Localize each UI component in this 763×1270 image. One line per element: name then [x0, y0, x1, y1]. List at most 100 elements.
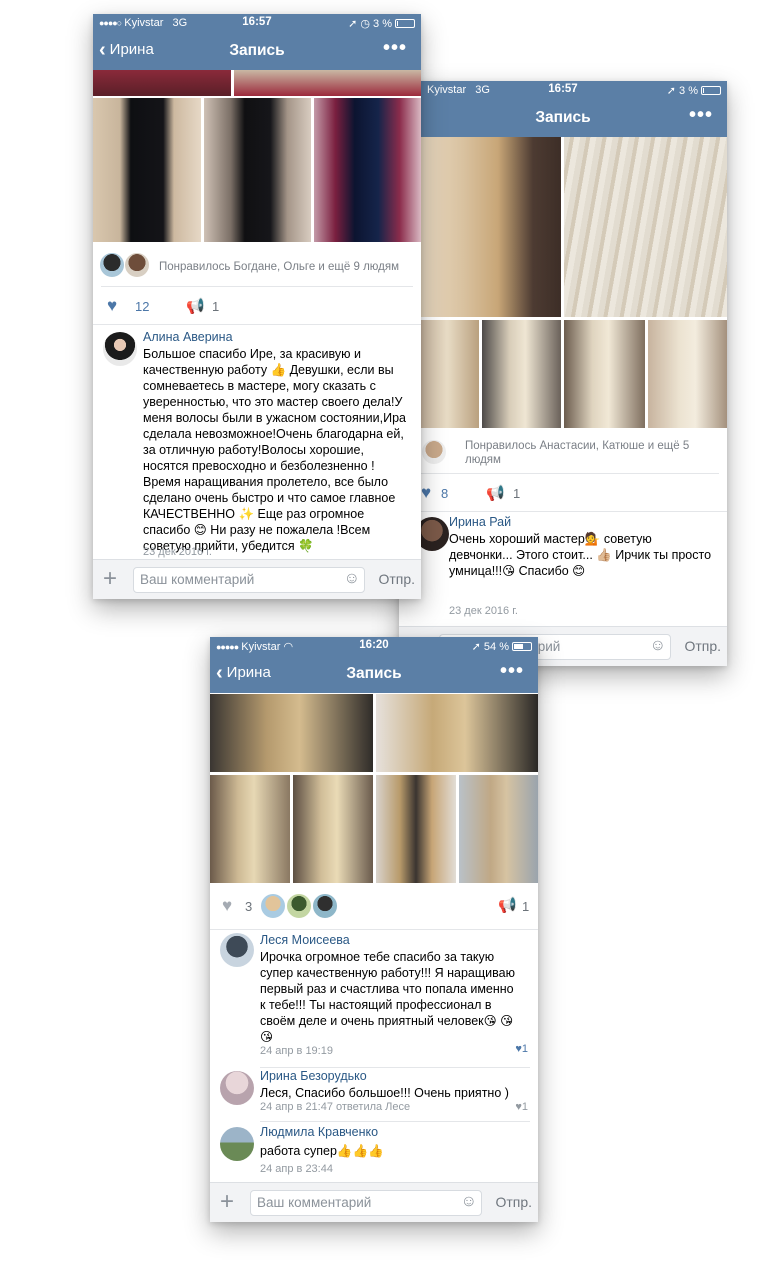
comment-date: 24 апр в 23:44 — [260, 1163, 333, 1175]
send-button[interactable]: Отпр. — [378, 571, 415, 587]
post-photo[interactable] — [421, 137, 561, 317]
more-dots-icon[interactable]: ••• — [383, 37, 407, 60]
avatar[interactable] — [312, 893, 338, 919]
divider — [260, 1067, 530, 1068]
post-photo[interactable] — [210, 775, 290, 883]
like-count: 8 — [441, 486, 449, 501]
comment-text: работа супер👍👍👍 — [260, 1144, 384, 1158]
megaphone-icon[interactable]: 📢 — [486, 484, 505, 502]
like-count: 3 — [245, 899, 253, 914]
comment: Алина Аверина Большое спасибо Ире, за кр… — [103, 330, 413, 558]
comment-text: Ирочка огромное тебе спасибо за такую су… — [260, 950, 515, 1044]
heart-icon[interactable]: ♥ — [222, 896, 232, 916]
comment-author[interactable]: Ирина Рай — [449, 515, 511, 529]
more-dots-icon[interactable]: ••• — [689, 104, 713, 127]
share-count: 1 — [522, 899, 530, 914]
likers-text: Понравилось Богдане, Ольге и ещё 9 людям — [159, 261, 400, 273]
divider — [260, 1121, 530, 1122]
battery-percent: 3 % — [679, 85, 698, 97]
comment-date: 24 апр в 19:19 — [260, 1045, 333, 1057]
actions-row: ♥ 12 📢 1 — [93, 296, 421, 318]
page-title: Запись — [346, 665, 402, 682]
post-photo[interactable] — [93, 98, 201, 242]
post-photo[interactable] — [314, 98, 421, 242]
post-photo[interactable] — [234, 70, 421, 96]
divider — [93, 324, 421, 325]
post-photo[interactable] — [564, 320, 645, 428]
avatar[interactable] — [103, 332, 137, 366]
likers-row[interactable]: Понравилось Анастасии, Катюше и ещё 5 лю… — [399, 437, 727, 467]
location-arrow-icon: ➚ — [471, 641, 481, 653]
battery-percent: 54 % — [483, 641, 509, 653]
avatar[interactable] — [220, 1071, 254, 1105]
share-count: 1 — [212, 299, 220, 314]
likers-row[interactable]: Понравилось Богдане, Ольге и ещё 9 людям — [93, 252, 421, 282]
comment-date: 23 дек 2016 г. — [449, 605, 518, 617]
status-bar: ●●●●○ Kyivstar 3G 16:57 ➚ ◷ 3 % — [93, 14, 421, 32]
heart-icon[interactable]: ♥ — [421, 483, 431, 503]
send-button[interactable]: Отпр. — [684, 638, 721, 654]
post-photo[interactable] — [293, 775, 373, 883]
avatar[interactable] — [260, 893, 286, 919]
comment-like[interactable]: ♥1 — [515, 1101, 528, 1113]
plus-icon[interactable]: + — [220, 1188, 234, 1216]
divider — [101, 286, 413, 287]
comment-composer: + Ваш комментарий ☺ Отпр. — [210, 1182, 538, 1222]
send-button[interactable]: Отпр. — [495, 1194, 532, 1210]
avatar[interactable] — [220, 933, 254, 967]
likers-text: Понравилось Анастасии, Катюше и ещё 5 лю… — [465, 440, 690, 466]
comment: Ирина Безорудько Леся, Спасибо большое!!… — [220, 1069, 530, 1115]
page-title: Запись — [229, 42, 285, 59]
smile-icon[interactable]: ☺ — [344, 570, 360, 588]
post-photo[interactable] — [93, 70, 231, 96]
comment-author[interactable]: Людмила Кравченко — [260, 1125, 378, 1139]
nav-bar: ‹ Ирина Запись ••• — [210, 655, 538, 693]
location-arrow-icon: ➚ — [666, 85, 676, 97]
actions-row: ♥ 8 📢 1 — [399, 483, 727, 505]
divider — [421, 473, 719, 474]
plus-icon[interactable]: + — [103, 565, 117, 593]
actions-row: ♥ 3 📢 1 — [210, 893, 538, 923]
comment-author[interactable]: Леся Моисеева — [260, 933, 350, 947]
screenshot-post-2: Kyivstar 3G 16:57 ➚ 3 % Запись ••• Понра… — [399, 81, 727, 666]
megaphone-icon[interactable]: 📢 — [186, 297, 205, 315]
post-photo[interactable] — [421, 320, 479, 428]
post-photo[interactable] — [376, 694, 538, 772]
heart-icon[interactable]: ♥ — [107, 296, 117, 316]
smile-icon[interactable]: ☺ — [461, 1193, 477, 1211]
comment-author[interactable]: Алина Аверина — [143, 330, 233, 344]
smile-icon[interactable]: ☺ — [650, 637, 666, 655]
avatar[interactable] — [286, 893, 312, 919]
status-bar: ●●●●● Kyivstar ◠ 16:20 ➚ 54 % — [210, 637, 538, 655]
alarm-icon: ◷ — [360, 18, 370, 30]
megaphone-icon[interactable]: 📢 — [498, 896, 517, 914]
post-photo[interactable] — [459, 775, 538, 883]
divider — [210, 929, 538, 930]
nav-bar: Запись ••• — [399, 99, 727, 137]
post-photo[interactable] — [210, 694, 373, 772]
post-photo[interactable] — [564, 137, 727, 317]
comment-author[interactable]: Ирина Безорудько — [260, 1069, 367, 1083]
post-photo[interactable] — [648, 320, 727, 428]
comment-input[interactable]: Ваш комментарий☺ — [133, 567, 365, 593]
page-title: Запись — [535, 109, 591, 126]
comment-text: Очень хороший мастер💁 советую девчонки..… — [449, 532, 712, 578]
comment-like[interactable]: ♥1 — [515, 1043, 528, 1055]
comment-input[interactable]: Ваш комментарий☺ — [250, 1190, 482, 1216]
battery-icon — [395, 19, 415, 28]
more-dots-icon[interactable]: ••• — [500, 660, 524, 683]
nav-bar: ‹ Ирина Запись ••• — [93, 32, 421, 70]
battery-percent: 3 % — [373, 18, 392, 30]
comment-text: Большое спасибо Ире, за красивую и качес… — [143, 347, 406, 553]
comment-composer: + Ваш комментарий ☺ Отпр. — [93, 559, 421, 599]
post-photo[interactable] — [482, 320, 561, 428]
comment-text: Леся, Спасибо большое!!! Очень приятно ) — [260, 1086, 509, 1100]
post-photo[interactable] — [376, 775, 456, 883]
post-photo[interactable] — [204, 98, 311, 242]
comment: Людмила Кравченко работа супер👍👍👍 24 апр… — [220, 1125, 530, 1179]
screenshot-post-3: ●●●●● Kyivstar ◠ 16:20 ➚ 54 % ‹ Ирина Зап… — [210, 637, 538, 1222]
avatar[interactable] — [220, 1127, 254, 1161]
battery-icon — [701, 86, 721, 95]
comment: Леся Моисеева Ирочка огромное тебе спаси… — [220, 933, 530, 1063]
like-count: 12 — [135, 299, 150, 314]
